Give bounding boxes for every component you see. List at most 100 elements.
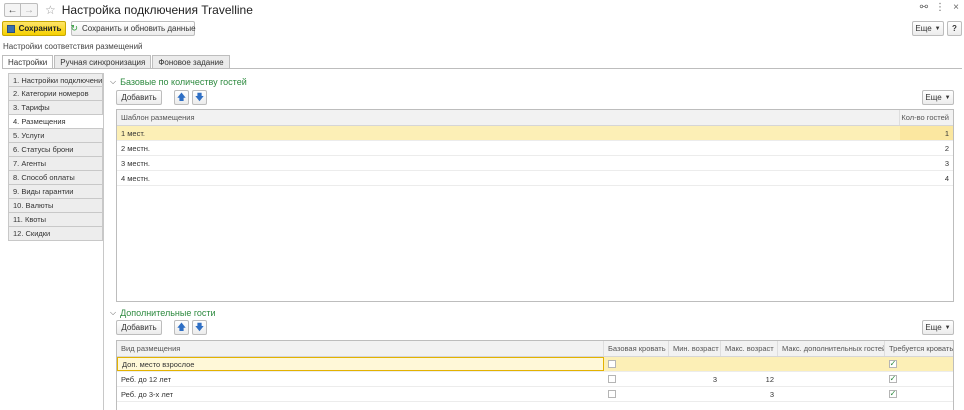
link-icon[interactable]: ⚯: [916, 2, 932, 13]
bed-required-checkbox[interactable]: ✓: [889, 375, 897, 383]
sidebar-item-booking-statuses[interactable]: 6. Статусы брони: [8, 143, 103, 157]
refresh-icon: ↻: [70, 23, 79, 33]
settings-sidebar: 1. Настройки подключения 2. Категории но…: [8, 73, 103, 241]
help-button[interactable]: ?: [947, 21, 962, 36]
cell-max-extra-guests: [778, 357, 885, 371]
tab-manual-sync[interactable]: Ручная синхронизация: [54, 55, 152, 68]
chevron-down-icon: ⌵: [110, 308, 117, 317]
cell-min-age: [669, 357, 721, 371]
cell-accommodation-type: Реб. до 3-х лет: [121, 389, 174, 399]
column-header-template[interactable]: Шаблон размещения: [117, 110, 900, 125]
column-header-accommodation-type[interactable]: Вид размещения: [117, 341, 604, 356]
sidebar-item-guarantee-types[interactable]: 9. Виды гарантии: [8, 185, 103, 199]
table-row[interactable]: Реб. до 3-х лет 3 ✓: [117, 387, 953, 402]
table-row[interactable]: Реб. до 12 лет 3 12 ✓: [117, 372, 953, 387]
base-bed-checkbox[interactable]: [608, 360, 616, 368]
base-section-header[interactable]: ⌵ Базовые по количеству гостей: [110, 77, 247, 87]
cell-base-bed[interactable]: [604, 372, 669, 386]
table-row[interactable]: 1 мест. 1: [117, 126, 953, 141]
base-add-button[interactable]: Добавить: [116, 90, 162, 105]
cell-template: 1 мест.: [121, 128, 146, 138]
cell-min-age: 3: [712, 374, 717, 384]
column-header-guest-count[interactable]: Кол-во гостей: [900, 110, 953, 125]
column-header-min-age[interactable]: Мин. возраст: [669, 341, 721, 356]
sidebar-item-services[interactable]: 5. Услуги: [8, 129, 103, 143]
sidebar-item-room-categories[interactable]: 2. Категории номеров: [8, 87, 103, 101]
cell-bed-required[interactable]: ✓: [885, 372, 953, 386]
cell-max-age: 12: [765, 374, 774, 384]
cell-bed-required[interactable]: ✓: [885, 357, 953, 371]
table-row[interactable]: Доп. место взрослое ✓: [117, 357, 953, 372]
caret-down-icon: ▼: [944, 324, 951, 331]
cell-base-bed[interactable]: [604, 387, 669, 401]
extra-more-button[interactable]: Еще ▼: [922, 320, 954, 335]
base-section-title: Базовые по количеству гостей: [120, 77, 247, 87]
cell-template: 2 местн.: [121, 143, 150, 153]
base-accommodation-table: Шаблон размещения Кол-во гостей 1 мест. …: [116, 109, 954, 302]
base-bed-checkbox[interactable]: [608, 375, 616, 383]
extra-move-down-icon[interactable]: 🡇: [192, 320, 207, 335]
table-row[interactable]: 3 местн. 3: [117, 156, 953, 171]
base-move-up-icon[interactable]: 🡅: [174, 90, 189, 105]
cell-guest-count: 3: [944, 158, 949, 168]
extra-move-up-icon[interactable]: 🡅: [174, 320, 189, 335]
base-more-label: Еще: [925, 93, 942, 102]
cell-accommodation-type[interactable]: Доп. место взрослое: [117, 357, 604, 371]
save-button-label: Сохранить: [18, 24, 62, 33]
cell-accommodation-type: Реб. до 12 лет: [121, 374, 172, 384]
table-row[interactable]: 2 местн. 2: [117, 141, 953, 156]
base-bed-checkbox[interactable]: [608, 390, 616, 398]
more-button[interactable]: Еще ▼: [912, 21, 944, 36]
sidebar-item-rates[interactable]: 3. Тарифы: [8, 101, 103, 115]
cell-guest-count: 2: [944, 143, 949, 153]
extra-section-title: Дополнительные гости: [120, 308, 216, 318]
column-header-base-bed[interactable]: Базовая кровать: [604, 341, 669, 356]
title-bar: ← → ☆ Настройка подключения Travelline ⚯…: [0, 0, 964, 20]
bed-required-checkbox[interactable]: ✓: [889, 390, 897, 398]
cell-max-extra-guests: [778, 372, 885, 386]
page-title: Настройка подключения Travelline: [61, 3, 253, 17]
sidebar-item-currencies[interactable]: 10. Валюты: [8, 199, 103, 213]
command-bar: Сохранить ↻ Сохранить и обновить данные …: [0, 21, 964, 37]
sidebar-item-discounts[interactable]: 12. Скидки: [8, 227, 103, 241]
floppy-disk-icon: [6, 24, 15, 33]
table-header: Шаблон размещения Кол-во гостей: [117, 110, 953, 126]
table-row[interactable]: 4 местн. 4: [117, 171, 953, 186]
sidebar-item-agents[interactable]: 7. Агенты: [8, 157, 103, 171]
tab-strip: Настройки Ручная синхронизация Фоновое з…: [2, 55, 231, 69]
column-header-bed-required[interactable]: Требуется кровать: [885, 341, 953, 356]
sidebar-item-quotas[interactable]: 11. Квоты: [8, 213, 103, 227]
close-icon[interactable]: ×: [948, 2, 964, 13]
tab-divider: [2, 68, 962, 69]
save-button[interactable]: Сохранить: [2, 21, 66, 36]
cell-bed-required[interactable]: ✓: [885, 387, 953, 401]
sidebar-divider: [103, 73, 104, 410]
bed-required-checkbox[interactable]: ✓: [889, 360, 897, 368]
menu-dots-icon[interactable]: ⋮: [932, 2, 948, 13]
favorite-star-icon[interactable]: ☆: [45, 3, 56, 17]
cell-max-age: [721, 357, 778, 371]
cell-max-extra-guests: [778, 387, 885, 401]
sidebar-item-connection[interactable]: 1. Настройки подключения: [8, 73, 103, 87]
cell-guest-count: 1: [900, 126, 953, 140]
extra-more-label: Еще: [925, 323, 942, 332]
sidebar-item-payment-method[interactable]: 8. Способ оплаты: [8, 171, 103, 185]
tab-settings[interactable]: Настройки: [2, 55, 54, 69]
tab-background-job[interactable]: Фоновое задание: [152, 55, 230, 68]
base-move-down-icon[interactable]: 🡇: [192, 90, 207, 105]
cell-base-bed[interactable]: [604, 357, 669, 371]
cell-template: 3 местн.: [121, 158, 150, 168]
extra-add-button[interactable]: Добавить: [116, 320, 162, 335]
column-header-max-age[interactable]: Макс. возраст: [721, 341, 778, 356]
cell-guest-count: 4: [944, 173, 949, 183]
save-and-refresh-button[interactable]: ↻ Сохранить и обновить данные: [70, 21, 196, 36]
extra-section-header[interactable]: ⌵ Дополнительные гости: [110, 308, 216, 318]
back-icon[interactable]: ←: [4, 3, 21, 17]
more-button-label: Еще: [915, 24, 932, 33]
forward-icon[interactable]: →: [21, 3, 38, 17]
column-header-max-extra-guests[interactable]: Макс. дополнительных гостей: [778, 341, 885, 356]
caret-down-icon: ▼: [934, 25, 941, 32]
chevron-down-icon: ⌵: [110, 77, 117, 86]
sidebar-item-accommodations[interactable]: 4. Размещения: [8, 115, 103, 129]
base-more-button[interactable]: Еще ▼: [922, 90, 954, 105]
